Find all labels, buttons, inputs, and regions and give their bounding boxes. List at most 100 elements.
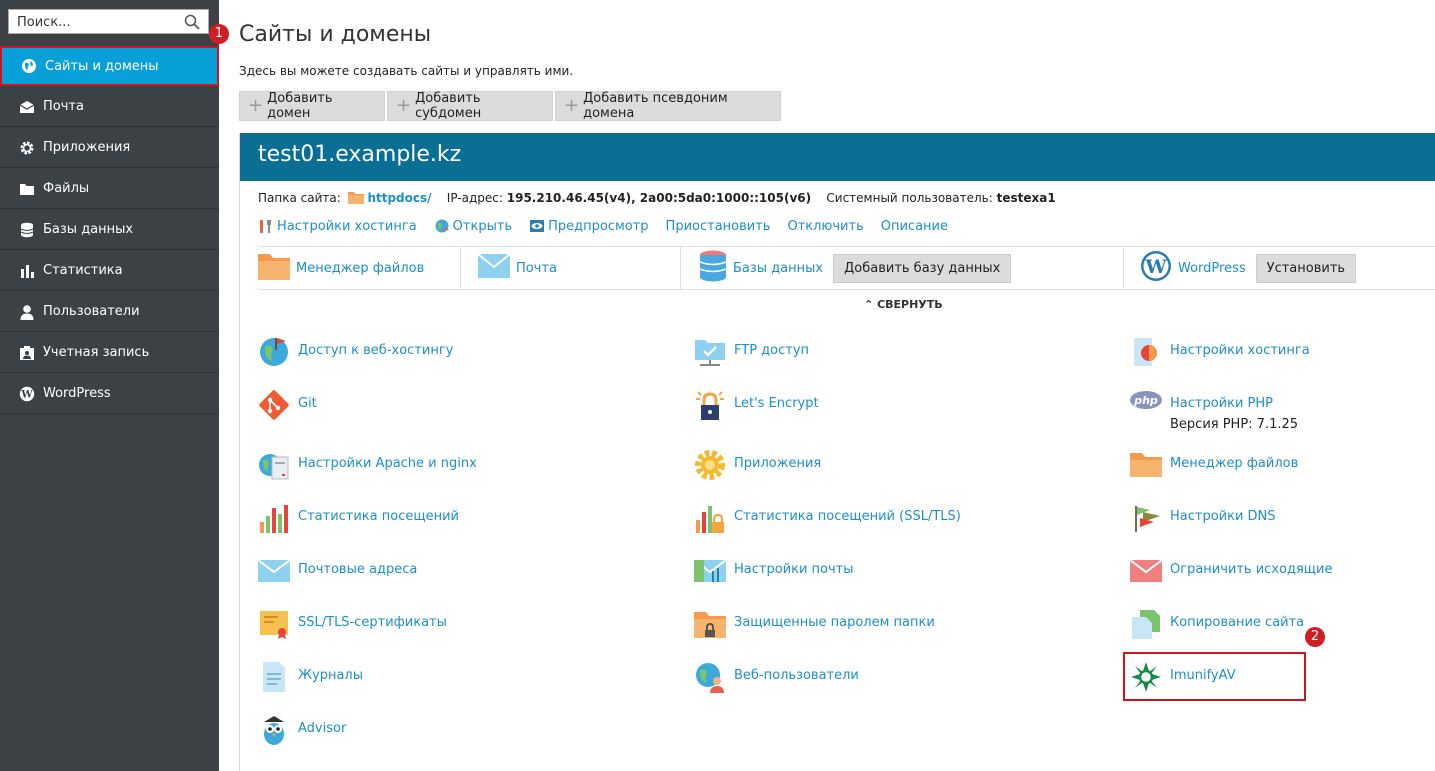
envelope-red-icon — [1129, 555, 1163, 587]
sidebar-item-label: Статистика — [43, 263, 123, 278]
domain-name[interactable]: test01.example.kz — [240, 133, 1435, 181]
document-icon — [258, 661, 290, 693]
sidebar-item-label: Пользователи — [43, 304, 140, 319]
svg-text:W: W — [1144, 256, 1167, 278]
hosting-settings-link[interactable]: Настройки хостинга — [258, 218, 417, 234]
ip-address: 195.210.46.45(v4), 2a00:5da0:1000::105(v… — [506, 191, 812, 205]
padlock-icon — [694, 389, 726, 421]
globe-server-icon — [258, 449, 290, 481]
sidebar-item-users[interactable]: Пользователи — [0, 292, 219, 332]
sidebar-item-account[interactable]: Учетная запись — [0, 333, 219, 373]
tool-ftp-access[interactable]: FTP доступ — [694, 336, 809, 368]
globe-user-icon — [258, 336, 290, 368]
owl-icon — [258, 714, 290, 746]
tool-site-copy[interactable]: Копирование сайта — [1130, 608, 1304, 640]
bar-chart-icon — [258, 502, 290, 534]
search-box[interactable] — [8, 9, 209, 34]
open-link[interactable]: Открыть — [434, 218, 512, 234]
git-icon — [258, 389, 290, 421]
tool-logs[interactable]: Журналы — [258, 661, 363, 693]
envelope-icon — [18, 98, 36, 116]
sidebar-item-mail[interactable]: Почта — [0, 87, 219, 127]
user-icon — [18, 303, 36, 321]
gear-icon — [18, 139, 36, 157]
gear-icon — [694, 449, 726, 481]
tool-git[interactable]: Git — [258, 389, 317, 421]
install-wordpress-button[interactable]: Установить — [1255, 253, 1357, 283]
tool-mail-settings[interactable]: Настройки почты — [693, 555, 854, 587]
database-icon — [18, 221, 36, 239]
tool-file-manager[interactable]: Менеджер файлов — [1130, 449, 1298, 481]
folder-icon — [258, 252, 290, 284]
ftp-folder-icon — [694, 336, 726, 368]
sidebar-item-label: Сайты и домены — [45, 58, 159, 74]
quick-access-row: Менеджер файлов Почта Базы данных Добави… — [258, 246, 1435, 290]
tool-hosting-settings[interactable]: Настройки хостинга — [1130, 336, 1310, 368]
hosting-settings-icon — [1130, 336, 1162, 368]
sidebar-item-databases[interactable]: Базы данных — [0, 210, 219, 250]
callout-badge-2: 2 — [1305, 627, 1325, 647]
search-icon[interactable] — [184, 14, 200, 34]
sidebar-item-applications[interactable]: Приложения — [0, 128, 219, 168]
globe-icon — [20, 57, 38, 75]
tool-visit-statistics-ssl[interactable]: Статистика посещений (SSL/TLS) — [694, 502, 961, 534]
description-link[interactable]: Описание — [881, 218, 948, 234]
tool-ssl-certificates[interactable]: SSL/TLS-сертификаты — [258, 608, 447, 640]
php-icon: php — [1130, 389, 1162, 421]
tool-dns-settings[interactable]: Настройки DNS — [1130, 502, 1276, 534]
sidebar-item-statistics[interactable]: Статистика — [0, 251, 219, 291]
site-folder-link[interactable]: httpdocs/ — [367, 191, 431, 205]
tool-web-hosting-access[interactable]: Доступ к веб-хостингу — [258, 336, 453, 368]
folder-icon — [347, 191, 364, 207]
disable-link[interactable]: Отключить — [787, 218, 863, 234]
domain-panel: test01.example.kz Папка сайта: httpdocs/… — [239, 133, 1435, 771]
tool-password-protected-folders[interactable]: Защищенные паролем папки — [694, 608, 935, 640]
add-subdomain-button[interactable]: + Добавить субдомен — [387, 91, 553, 121]
dns-flags-icon — [1130, 502, 1162, 534]
tool-advisor[interactable]: Advisor — [258, 714, 346, 746]
quick-databases: Базы данных Добавить базу данных — [699, 247, 1012, 289]
chevron-up-icon: ⌃ — [864, 298, 874, 311]
sidebar-item-label: Почта — [43, 99, 84, 114]
tool-applications[interactable]: Приложения — [694, 449, 821, 481]
sidebar-item-label: Базы данных — [43, 222, 134, 237]
id-card-icon — [18, 344, 36, 362]
wordpress-link[interactable]: WordPress — [1178, 261, 1246, 276]
page-description: Здесь вы можете создавать сайты и управл… — [239, 64, 574, 78]
quick-mail[interactable]: Почта — [477, 247, 557, 289]
tool-visit-statistics[interactable]: Статистика посещений — [258, 502, 459, 534]
sidebar-item-label: Учетная запись — [43, 345, 150, 360]
sidebar-item-files[interactable]: Файлы — [0, 169, 219, 209]
collapse-toggle[interactable]: ⌃ СВЕРНУТЬ — [864, 298, 943, 311]
svg-text:W: W — [20, 389, 33, 400]
quick-file-manager[interactable]: Менеджер файлов — [258, 247, 424, 289]
tool-apache-nginx[interactable]: Настройки Apache и nginx — [258, 449, 477, 481]
quick-wordpress: W WordPress Установить — [1140, 247, 1357, 289]
add-domain-button[interactable]: + Добавить домен — [239, 91, 385, 121]
svg-text:php: php — [1133, 394, 1158, 407]
suspend-link[interactable]: Приостановить — [666, 218, 771, 234]
tool-php-settings[interactable]: php Настройки PHP Версия PHP: 7.1.25 — [1130, 389, 1298, 432]
envelope-settings-icon — [693, 555, 727, 587]
tool-web-users[interactable]: Веб-пользователи — [694, 661, 859, 693]
globe-arrow-icon — [434, 218, 450, 234]
tool-mail-addresses[interactable]: Почтовые адреса — [257, 555, 417, 587]
sidebar: Сайты и домены Почта Приложения Файлы Ба… — [0, 0, 219, 771]
search-input[interactable] — [17, 13, 177, 31]
add-domain-alias-button[interactable]: + Добавить псевдоним домена — [555, 91, 781, 121]
eye-icon — [529, 219, 545, 233]
folder-icon — [1130, 449, 1162, 481]
domain-action-links: Настройки хостинга Открыть Предпросмотр … — [258, 218, 965, 234]
tool-limit-outgoing[interactable]: Ограничить исходящие — [1129, 555, 1332, 587]
bar-chart-icon — [18, 262, 36, 280]
envelope-icon — [257, 555, 291, 587]
preview-link[interactable]: Предпросмотр — [529, 218, 649, 234]
sidebar-item-sites-domains[interactable]: Сайты и домены — [0, 46, 219, 86]
wordpress-icon: W — [18, 385, 36, 403]
add-database-button[interactable]: Добавить базу данных — [833, 253, 1012, 283]
databases-link[interactable]: Базы данных — [733, 261, 823, 276]
tool-lets-encrypt[interactable]: Let's Encrypt — [694, 389, 819, 421]
sidebar-item-wordpress[interactable]: W WordPress — [0, 374, 219, 414]
certificate-icon — [258, 608, 290, 640]
plus-icon: + — [564, 95, 580, 116]
